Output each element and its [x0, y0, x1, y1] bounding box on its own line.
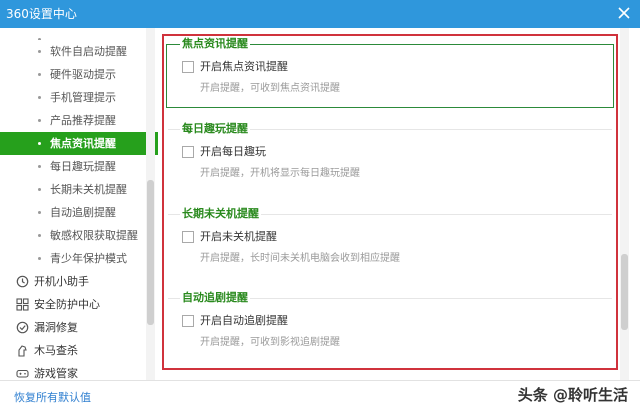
- sidebar-item-long-uptime[interactable]: 长期未关机提醒: [0, 178, 158, 201]
- sidebar-item-label: 每日趣玩提醒: [50, 160, 116, 173]
- section-title: 焦点资讯提醒: [180, 36, 250, 52]
- section-auto-drama: 自动追剧提醒 开启自动追剧提醒 开启提醒，可收到影视追剧提醒: [168, 290, 612, 362]
- option-label: 开启未关机提醒: [200, 230, 277, 243]
- option-label: 开启焦点资讯提醒: [200, 60, 288, 73]
- sidebar-item-label: 木马查杀: [34, 344, 78, 357]
- bullet-icon: [38, 96, 41, 99]
- bottom-bar: 恢复所有默认值 头条 @聆听生活: [0, 380, 640, 410]
- window-title: 360设置中心: [6, 7, 77, 21]
- sidebar-item-label: 焦点资讯提醒: [50, 137, 116, 150]
- bullet-icon: [38, 142, 41, 145]
- sidebar-item-security-center[interactable]: 安全防护中心: [0, 293, 158, 316]
- checkbox[interactable]: [182, 231, 194, 243]
- sidebar-item-hardware-driver[interactable]: 硬件驱动提示: [0, 63, 158, 86]
- option-focus-news[interactable]: 开启焦点资讯提醒: [182, 60, 288, 74]
- watermark: 头条 @聆听生活: [517, 386, 628, 404]
- bullet-icon: [38, 257, 41, 260]
- section-title: 长期未关机提醒: [180, 206, 261, 222]
- close-button[interactable]: [614, 3, 634, 23]
- sidebar-item-daily-fun[interactable]: 每日趣玩提醒: [0, 155, 158, 178]
- sidebar-item-label: 长期未关机提醒: [50, 183, 127, 196]
- section-focus-box: [166, 44, 614, 108]
- sidebar-item-software-autostart[interactable]: 软件自启动提醒: [0, 40, 158, 63]
- sidebar-item-game-manager[interactable]: 游戏管家: [0, 362, 158, 380]
- sidebar-item-boot-assistant[interactable]: 开机小助手: [0, 270, 158, 293]
- window-titlebar: 360设置中心: [0, 0, 640, 28]
- section-focus-news: 焦点资讯提醒 开启焦点资讯提醒 开启提醒，可收到焦点资讯提醒: [166, 36, 614, 112]
- shield-grid-icon: [16, 298, 29, 311]
- content-scrollbar-thumb[interactable]: [621, 254, 628, 330]
- sidebar-item-label: 手机管理提示: [50, 91, 116, 104]
- clock-icon: [16, 275, 29, 288]
- sidebar-item-label: 开机小助手: [34, 275, 89, 288]
- sidebar-item-phone-manager[interactable]: 手机管理提示: [0, 86, 158, 109]
- section-title: 自动追剧提醒: [180, 290, 250, 306]
- horse-icon: [18, 345, 27, 357]
- sidebar-item-label: 硬件驱动提示: [50, 68, 116, 81]
- gamepad-icon: [16, 369, 29, 378]
- settings-sidebar: 软件自启动提醒 硬件驱动提示 手机管理提示 产品推荐提醒 焦点资讯提醒 每日趣玩…: [0, 28, 158, 380]
- option-label: 开启每日趣玩: [200, 145, 266, 158]
- checkbox[interactable]: [182, 146, 194, 158]
- bullet-icon: [38, 119, 41, 122]
- option-label: 开启自动追剧提醒: [200, 314, 288, 327]
- sidebar-item-label: 软件自启动提醒: [50, 45, 127, 58]
- sidebar-item-label: 漏洞修复: [34, 321, 78, 334]
- patch-icon: [16, 321, 29, 334]
- bullet-icon: [38, 73, 41, 76]
- close-icon: [618, 7, 630, 19]
- bullet-icon: [38, 188, 41, 191]
- option-auto-drama[interactable]: 开启自动追剧提醒: [182, 314, 288, 328]
- checkbox[interactable]: [182, 61, 194, 73]
- sidebar-item-product-recommend[interactable]: 产品推荐提醒: [0, 109, 158, 132]
- sidebar-item-partial[interactable]: [0, 28, 158, 40]
- sidebar-item-vuln-repair[interactable]: 漏洞修复: [0, 316, 158, 339]
- section-title: 每日趣玩提醒: [180, 121, 250, 137]
- bullet-icon: [38, 234, 41, 237]
- checkbox[interactable]: [182, 315, 194, 327]
- sidebar-item-sensitive-permission[interactable]: 敏感权限获取提醒: [0, 224, 158, 247]
- sidebar-item-focus-news[interactable]: 焦点资讯提醒: [0, 132, 158, 155]
- sidebar-item-trojan-scan[interactable]: 木马查杀: [0, 339, 158, 362]
- option-description: 开启提醒，开机将显示每日趣玩提醒: [200, 168, 360, 179]
- option-description: 开启提醒，可收到焦点资讯提醒: [200, 83, 340, 94]
- sidebar-item-label: 安全防护中心: [34, 298, 100, 311]
- sidebar-item-teen-mode[interactable]: 青少年保护模式: [0, 247, 158, 270]
- option-description: 开启提醒，长时间未关机电脑会收到相应提醒: [200, 253, 400, 264]
- sidebar-item-label: 自动追剧提醒: [50, 206, 116, 219]
- option-long-uptime[interactable]: 开启未关机提醒: [182, 230, 277, 244]
- content-scrollbar[interactable]: [620, 28, 629, 380]
- sidebar-item-label: 青少年保护模式: [50, 252, 127, 265]
- bullet-icon: [38, 211, 41, 214]
- option-daily-fun[interactable]: 开启每日趣玩: [182, 145, 266, 159]
- section-long-uptime: 长期未关机提醒 开启未关机提醒 开启提醒，长时间未关机电脑会收到相应提醒: [168, 206, 612, 278]
- sidebar-item-label: 游戏管家: [34, 367, 78, 380]
- sidebar-item-label: 产品推荐提醒: [50, 114, 116, 127]
- sidebar-item-label: 敏感权限获取提醒: [50, 229, 138, 242]
- sidebar-item-auto-drama[interactable]: 自动追剧提醒: [0, 201, 158, 224]
- bullet-icon: [38, 165, 41, 168]
- sidebar-scrollbar-thumb[interactable]: [147, 180, 154, 325]
- restore-defaults-link[interactable]: 恢复所有默认值: [14, 389, 91, 405]
- bullet-icon: [38, 50, 41, 53]
- option-description: 开启提醒，可收到影视追剧提醒: [200, 337, 340, 348]
- section-daily-fun: 每日趣玩提醒 开启每日趣玩 开启提醒，开机将显示每日趣玩提醒: [168, 121, 612, 193]
- sidebar-scrollbar[interactable]: [146, 28, 155, 380]
